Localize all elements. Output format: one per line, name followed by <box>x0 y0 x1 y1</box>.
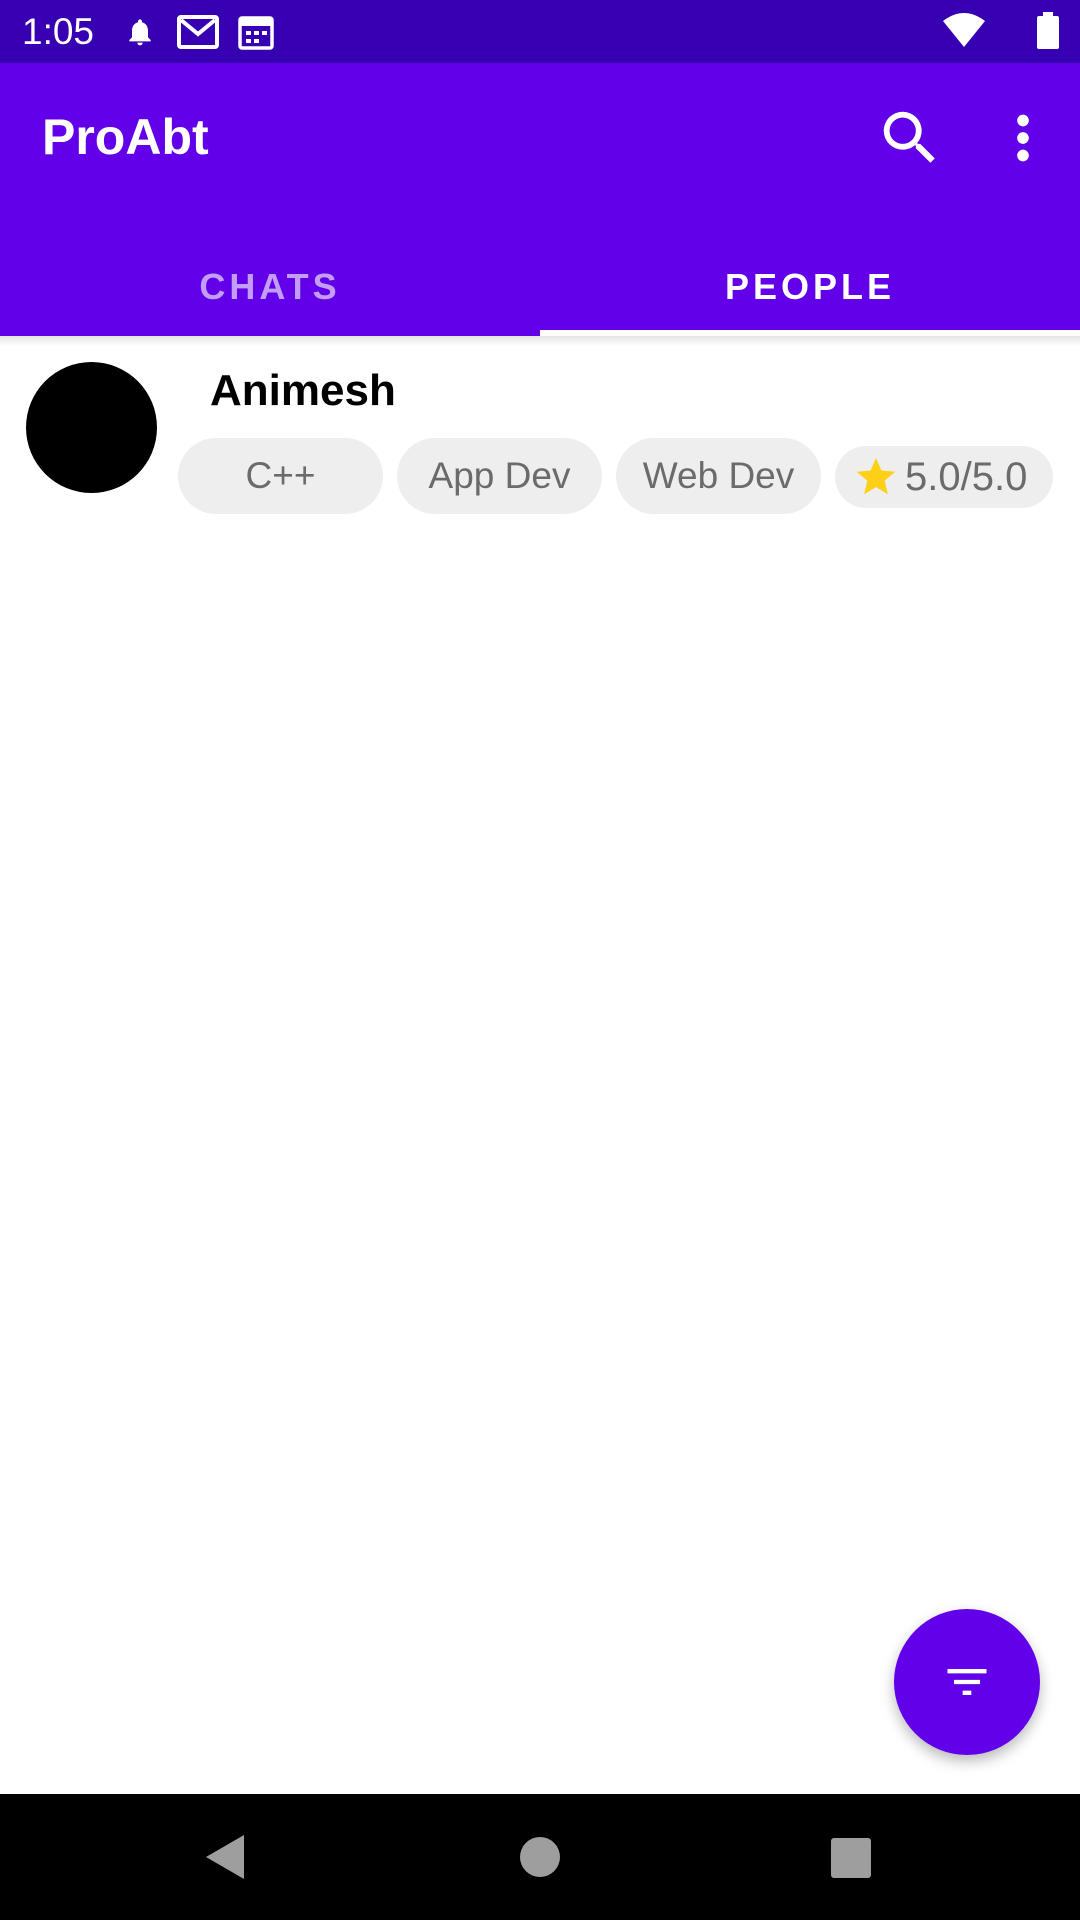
back-icon[interactable] <box>196 1827 256 1887</box>
calendar-icon <box>238 14 274 55</box>
skill-chip: Web Dev <box>616 438 821 514</box>
more-vert-icon[interactable] <box>988 103 1058 173</box>
status-bar: 1:05 <box>0 0 1080 63</box>
gmail-icon <box>177 14 219 55</box>
home-icon[interactable] <box>510 1827 570 1887</box>
bell-icon <box>124 14 156 55</box>
app-bar: ProAbt CHATS PEOPLE <box>0 63 1080 336</box>
tab-chats[interactable]: CHATS <box>0 238 540 336</box>
app-title: ProAbt <box>42 109 209 165</box>
filter-button[interactable] <box>894 1609 1040 1755</box>
skill-chip: C++ <box>178 438 383 514</box>
tab-shadow <box>0 336 1080 346</box>
list-item[interactable]: Animesh C++ App Dev Web Dev 5.0/5.0 <box>0 346 1080 526</box>
status-time: 1:05 <box>22 11 95 52</box>
tab-people[interactable]: PEOPLE <box>540 238 1080 336</box>
skill-chip: App Dev <box>397 438 602 514</box>
star-icon <box>853 454 899 500</box>
rating-chip: 5.0/5.0 <box>835 446 1053 508</box>
wifi-icon <box>942 12 986 53</box>
battery-icon <box>1036 12 1060 55</box>
recents-icon[interactable] <box>820 1827 880 1887</box>
search-icon[interactable] <box>875 103 945 173</box>
nav-bar <box>0 1794 1080 1920</box>
person-name: Animesh <box>210 366 396 415</box>
filter-icon <box>947 1669 987 1695</box>
avatar <box>26 362 157 493</box>
rating-value: 5.0/5.0 <box>905 455 1028 499</box>
